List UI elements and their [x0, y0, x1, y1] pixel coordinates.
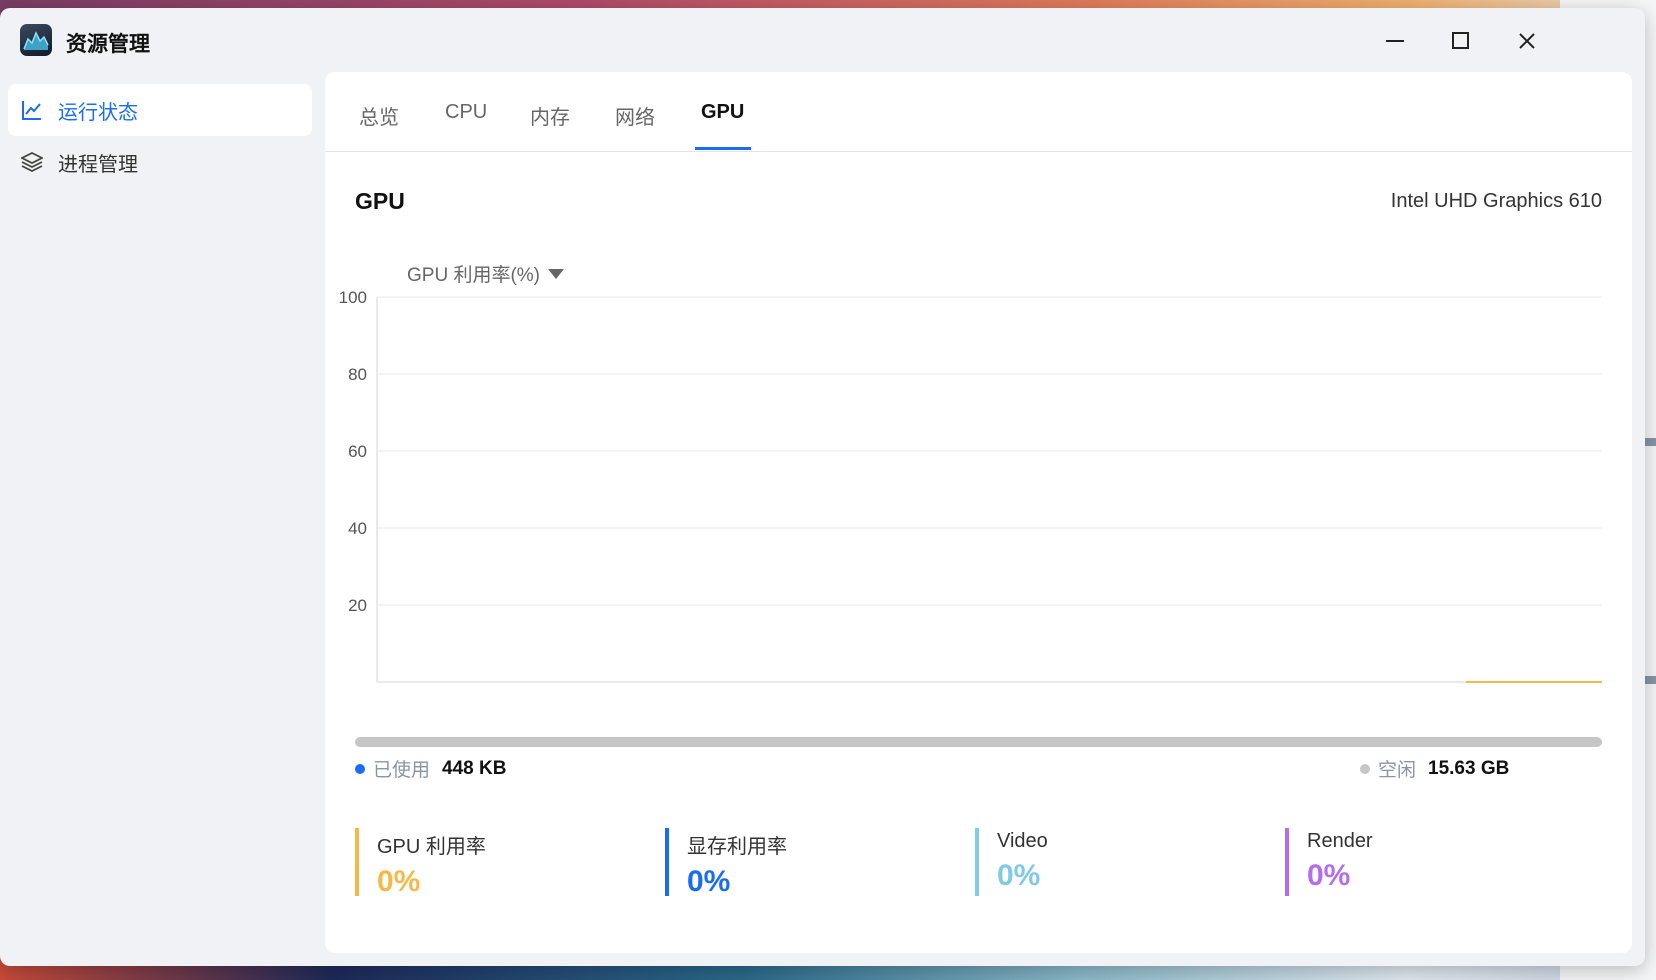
app-title: 资源管理: [66, 33, 150, 56]
y-tick-label: 100: [339, 288, 367, 307]
free-dot-icon: [1360, 763, 1370, 774]
y-tick-label: 60: [348, 442, 367, 461]
stat-gpu-usage: GPU 利用率 0%: [355, 828, 637, 898]
resource-manager-window: 资源管理 运行状态 进程管理 总览 CPU 内存 网络 GPU GPU Inte…: [0, 8, 1645, 966]
used-value: 448 KB: [442, 757, 507, 779]
stat-render: Render 0%: [1285, 828, 1567, 896]
sidebar-item-label: 进程管理: [58, 153, 138, 176]
stat-value: 0%: [1307, 859, 1351, 892]
sidebar-item-running-status[interactable]: 运行状态: [8, 84, 312, 136]
app-logo-icon: [20, 24, 52, 56]
used-label: 已使用: [373, 760, 431, 781]
layers-icon: [20, 150, 44, 174]
titlebar: 资源管理: [0, 8, 1645, 70]
minimize-icon: [1386, 40, 1404, 42]
stat-value: 0%: [377, 865, 421, 898]
sidebar-item-process-management[interactable]: 进程管理: [8, 136, 312, 188]
stat-value: 0%: [687, 865, 731, 898]
free-value: 15.63 GB: [1428, 757, 1510, 779]
used-dot-icon: [355, 763, 365, 774]
stat-video: Video 0%: [975, 828, 1257, 896]
stat-value: 0%: [997, 859, 1041, 892]
legend-used: 已使用 448 KB: [355, 755, 506, 782]
sidebar-item-label: 运行状态: [58, 101, 138, 124]
maximize-icon: [1452, 32, 1469, 49]
close-icon: [1519, 33, 1535, 49]
stat-label: 显存利用率: [687, 836, 787, 858]
line-chart-icon: [20, 98, 44, 122]
stat-label: Video: [997, 830, 1048, 852]
stat-label: Render: [1307, 830, 1373, 852]
y-tick-label: 20: [348, 596, 367, 615]
legend-free: 空闲 15.63 GB: [1360, 755, 1509, 782]
stat-vram-usage: 显存利用率 0%: [665, 828, 947, 898]
close-button[interactable]: [1512, 26, 1542, 56]
minimize-button[interactable]: [1380, 26, 1410, 56]
main-panel: 总览 CPU 内存 网络 GPU GPU Intel UHD Graphics …: [325, 72, 1632, 953]
stat-label: GPU 利用率: [377, 836, 486, 858]
free-label: 空闲: [1378, 760, 1417, 781]
y-tick-label: 40: [348, 519, 367, 538]
memory-usage-bar: [355, 737, 1602, 747]
gpu-usage-chart: 100 80 60 40 20: [339, 288, 1602, 683]
y-tick-label: 80: [348, 365, 367, 384]
maximize-button[interactable]: [1446, 26, 1476, 56]
